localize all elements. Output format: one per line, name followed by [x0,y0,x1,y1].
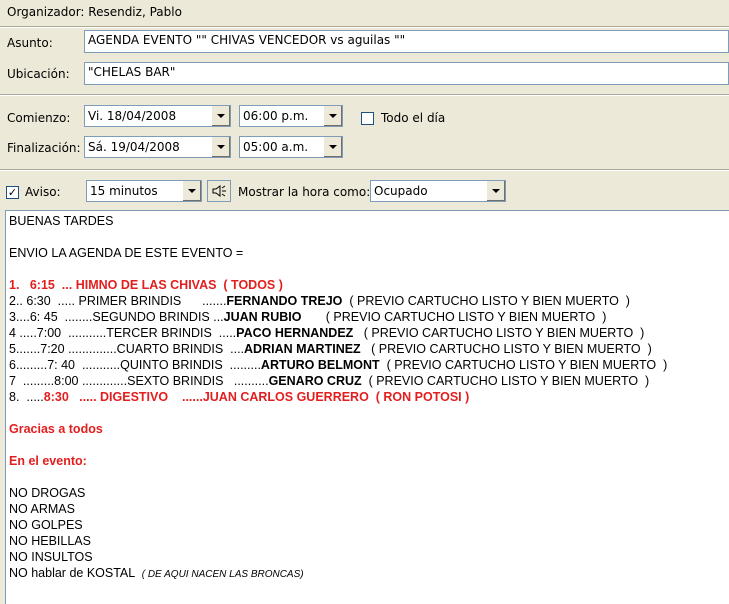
subject-label-text: Asunto: [7,36,53,50]
rule-item: NO ARMAS [9,502,75,516]
agenda-item-person: FERNANDO TREJO [226,294,343,308]
agenda-item-person: GENARO CRUZ [268,374,362,388]
chevron-down-icon [492,189,500,193]
dropdown-button[interactable] [211,137,230,157]
reminder-sound-button[interactable] [207,180,231,202]
agenda-item-prefix: 5.......7:20 ..............CUARTO BRINDI… [9,342,245,356]
rule-item-last: NO hablar de KOSTAL ( DE AQUI NACEN LAS … [9,565,726,581]
end-time-value: 05:00 a.m. [243,140,309,154]
all-day-checkbox[interactable] [361,112,374,125]
subject-label: Asunto: [7,36,53,50]
agenda-item-7: 7 .........8:00 .............SEXTO BRIND… [9,373,726,389]
location-label: Ubicación: [7,67,70,81]
dropdown-button[interactable] [323,137,342,157]
agenda-item-person: JUAN RUBIO [223,310,302,324]
agenda-item-4: 4 .....7:00 ...........TERCER BRINDIS ..… [9,325,726,341]
body-intro: ENVIO LA AGENDA DE ESTE EVENTO = [9,246,244,260]
organizer-label: Organizador: Resendiz, Pablo [7,5,182,19]
start-time-select[interactable]: 06:00 p.m. [239,105,343,127]
agenda-item-6: 6.........7: 40 ...........QUINTO BRINDI… [9,357,726,373]
chevron-down-icon [329,114,337,118]
agenda-item-text: 8:30 ..... DIGESTIVO ......JUAN CARLOS G… [43,390,470,404]
body-at-event: En el evento: [9,454,87,468]
show-as-value: Ocupado [374,184,428,198]
reminder-checkbox[interactable]: ✓ [6,186,19,199]
all-day-label: Todo el día [381,111,446,125]
rule-item: NO HEBILLAS [9,534,91,548]
speaker-icon [212,185,226,197]
agenda-item-prefix: 4 .....7:00 ...........TERCER BRINDIS ..… [9,326,237,340]
reminder-label: Aviso: [25,185,61,199]
chevron-down-icon [188,189,196,193]
subject-input[interactable]: AGENDA EVENTO "" CHIVAS VENCEDOR vs agui… [84,30,729,53]
start-time-value: 06:00 p.m. [243,109,309,123]
divider [0,94,729,96]
dropdown-button[interactable] [323,106,342,126]
start-date-select[interactable]: Vi. 18/04/2008 [84,105,231,127]
reminder-value: 15 minutos [90,184,158,198]
chevron-down-icon [217,145,225,149]
chevron-down-icon [329,145,337,149]
rule-item: NO INSULTOS [9,550,93,564]
dropdown-button[interactable] [182,181,201,201]
dropdown-button[interactable] [486,181,505,201]
agenda-item-prefix: 3....6: 45 ........SEGUNDO BRINDIS ... [9,310,224,324]
agenda-item-2: 2.. 6:30 ..... PRIMER BRINDIS .......FER… [9,293,726,309]
end-time-select[interactable]: 05:00 a.m. [239,136,343,158]
agenda-item-8: 8. .....8:30 ..... DIGESTIVO ......JUAN … [9,389,726,405]
show-as-label: Mostrar la hora como: [238,185,371,199]
agenda-item-prefix: 6.........7: 40 ...........QUINTO BRINDI… [9,358,261,372]
agenda-item-suffix: ( PREVIO CARTUCHO LISTO Y BIEN MUERTO ) [301,310,607,324]
rule-text: NO hablar de KOSTAL [9,566,135,580]
chevron-down-icon [217,114,225,118]
end-date-select[interactable]: Sá. 19/04/2008 [84,136,231,158]
agenda-item-1: 1. 6:15 ... HIMNO DE LAS CHIVAS ( TODOS … [9,277,726,293]
agenda-item-suffix: ( PREVIO CARTUCHO LISTO Y BIEN MUERTO ) [379,358,668,372]
agenda-item-person: ARTURO BELMONT [260,358,380,372]
body-thanks: Gracias a todos [9,422,103,436]
agenda-item-3: 3....6: 45 ........SEGUNDO BRINDIS ...JU… [9,309,726,325]
agenda-item-5: 5.......7:20 ..............CUARTO BRINDI… [9,341,726,357]
end-date-value: Sá. 19/04/2008 [88,140,180,154]
agenda-item-number: 8. ..... [9,390,44,404]
message-body[interactable]: BUENAS TARDES ENVIO LA AGENDA DE ESTE EV… [5,210,729,604]
dropdown-button[interactable] [211,106,230,126]
agenda-item-prefix: 7 .........8:00 .............SEXTO BRIND… [9,374,269,388]
agenda-item-suffix: ( PREVIO CARTUCHO LISTO Y BIEN MUERTO ) [353,326,645,340]
agenda-item-suffix: ( PREVIO CARTUCHO LISTO Y BIEN MUERTO ) [360,342,652,356]
body-greeting: BUENAS TARDES [9,214,114,228]
start-date-value: Vi. 18/04/2008 [88,109,177,123]
agenda-item-person: ADRIAN MARTINEZ [244,342,361,356]
start-label: Comienzo: [7,111,71,125]
agenda-item-number: 1. [9,278,30,292]
end-label: Finalización: [7,141,81,155]
location-input[interactable]: "CHELAS BAR" [84,62,729,85]
agenda-item-text: 6:15 ... HIMNO DE LAS CHIVAS ( TODOS ) [29,278,283,292]
rule-item: NO DROGAS [9,486,86,500]
rule-note: ( DE AQUI NACEN LAS BRONCAS) [141,569,304,580]
agenda-item-prefix: 2.. 6:30 ..... PRIMER BRINDIS ....... [9,294,227,308]
agenda-item-suffix: ( PREVIO CARTUCHO LISTO Y BIEN MUERTO ) [361,374,650,388]
divider [0,169,729,171]
agenda-item-person: PACO HERNANDEZ [236,326,354,340]
agenda-item-suffix: ( PREVIO CARTUCHO LISTO Y BIEN MUERTO ) [342,294,630,308]
divider [0,26,729,28]
reminder-select[interactable]: 15 minutos [86,180,202,202]
rule-item: NO GOLPES [9,518,83,532]
show-as-select[interactable]: Ocupado [370,180,506,202]
